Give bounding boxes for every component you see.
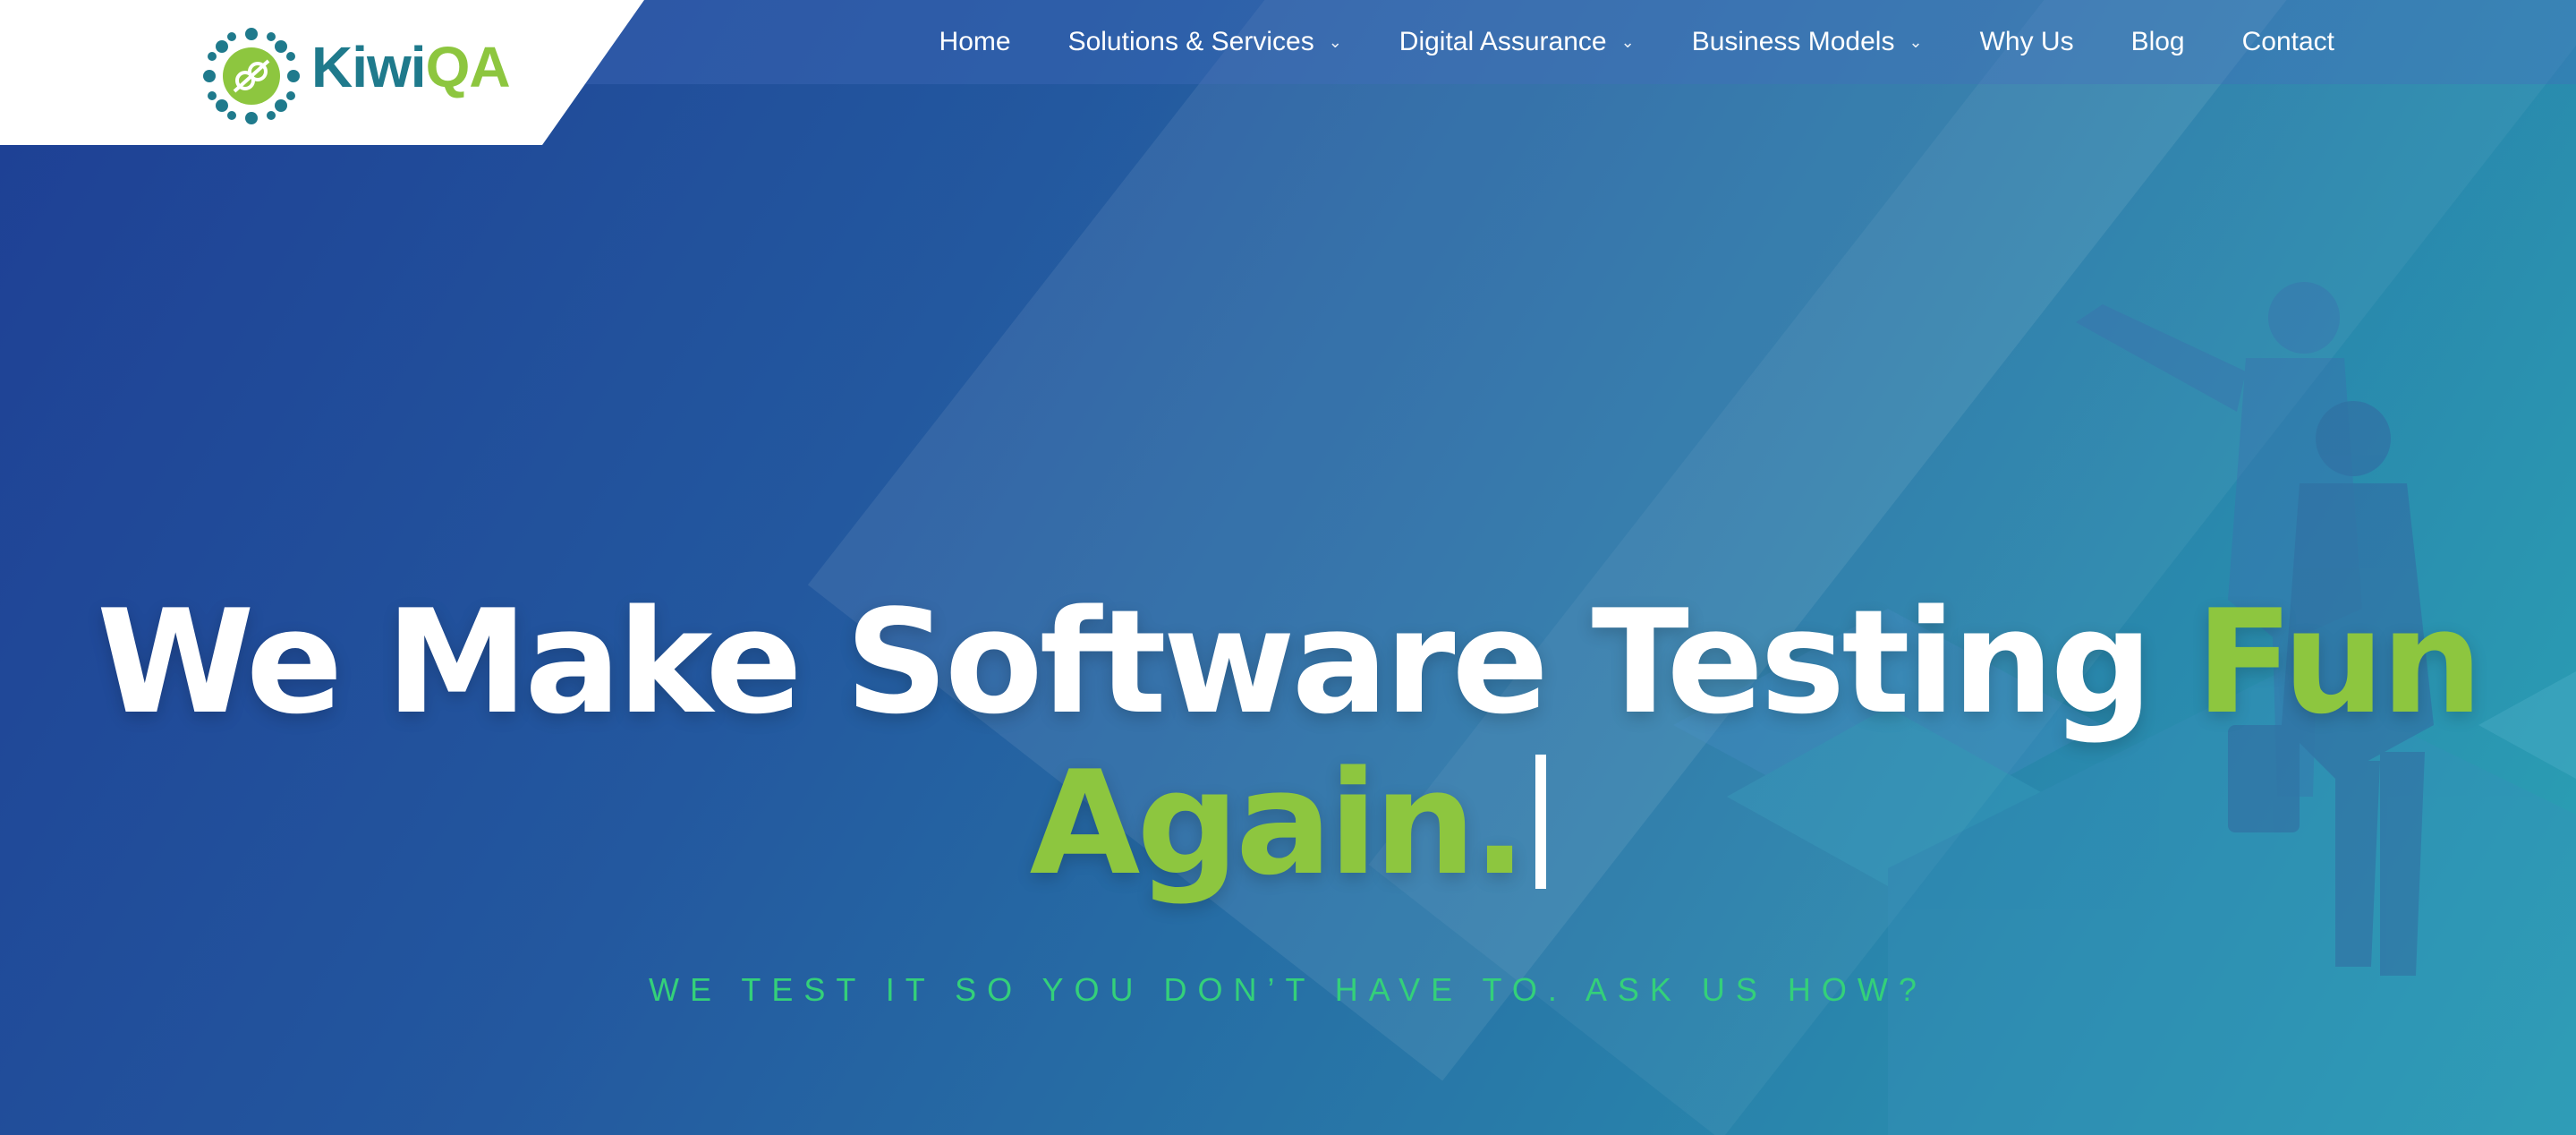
nav-digital-assurance[interactable]: Digital Assurance ⌄ — [1399, 27, 1635, 57]
nav-label: Home — [939, 27, 1011, 56]
hero-tagline: WE TEST IT SO YOU DON’T HAVE TO. ASK US … — [649, 971, 1927, 1008]
logo-container[interactable]: KiwiQA — [0, 0, 644, 145]
nav-label: Solutions & Services — [1067, 27, 1314, 56]
nav-blog[interactable]: Blog — [2131, 27, 2185, 57]
headline-white-text: We Make Software Testing — [97, 578, 2153, 746]
hero-background — [0, 0, 2576, 1135]
nav-label: Business Models — [1691, 27, 1895, 56]
nav-why-us[interactable]: Why Us — [1980, 27, 2074, 57]
nav-solutions-services[interactable]: Solutions & Services ⌄ — [1068, 27, 1342, 57]
chevron-down-icon: ⌄ — [1328, 32, 1342, 51]
typing-cursor — [1535, 755, 1547, 889]
chevron-down-icon: ⌄ — [1909, 32, 1923, 51]
brand-name-part1: Kiwi — [311, 35, 427, 99]
kiwi-logo-icon — [203, 28, 300, 124]
hero-headline: We Make Software Testing Fun Again. — [0, 582, 2576, 904]
nav-contact[interactable]: Contact — [2242, 27, 2334, 57]
headline-accent-word: Fun — [2195, 578, 2483, 746]
headline-accent-word-2: Again. — [1029, 739, 1527, 907]
nav-business-models[interactable]: Business Models ⌄ — [1692, 27, 1923, 57]
nav-home[interactable]: Home — [939, 27, 1011, 57]
brand-name-part2: QA — [425, 35, 511, 99]
main-nav: Home Solutions & Services ⌄ Digital Assur… — [882, 0, 2334, 84]
nav-label: Digital Assurance — [1399, 27, 1607, 56]
nav-label: Why Us — [1979, 27, 2074, 56]
nav-label: Blog — [2130, 27, 2185, 56]
nav-label: Contact — [2241, 27, 2334, 56]
brand-name: KiwiQA — [311, 34, 511, 100]
chevron-down-icon: ⌄ — [1620, 32, 1635, 51]
